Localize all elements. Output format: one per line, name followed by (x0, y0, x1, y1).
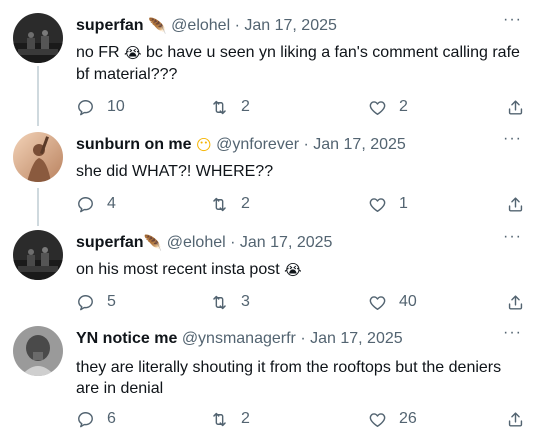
share-button[interactable] (506, 194, 525, 214)
reply-button[interactable]: 5 (76, 292, 116, 312)
tweet-header: superfan 🪶 @elohel · Jan 17, 2025 (76, 15, 337, 37)
share-icon (508, 411, 523, 427)
tweet-header: superfan🪶 @elohel · Jan 17, 2025 (76, 232, 332, 254)
reply-button[interactable]: 4 (76, 194, 116, 214)
handle[interactable]: @elohel (167, 234, 226, 251)
separator: · (230, 234, 236, 251)
retweet-button[interactable]: 3 (210, 292, 250, 312)
tweet-text: no FR 😭 bc have u seen yn liking a fan's… (76, 44, 520, 83)
retweet-icon (213, 412, 226, 426)
handle[interactable]: @ynforever (216, 136, 299, 153)
display-name[interactable]: sunburn on me (76, 136, 192, 153)
display-name[interactable]: YN notice me (76, 330, 177, 347)
like-icon (369, 197, 386, 212)
timestamp[interactable]: Jan 17, 2025 (310, 330, 403, 347)
crying-emoji: 😭 (124, 44, 142, 62)
like-button[interactable]: 1 (368, 194, 408, 214)
timestamp[interactable]: Jan 17, 2025 (244, 17, 337, 34)
like-count: 40 (399, 293, 417, 310)
avatar[interactable] (13, 132, 63, 182)
share-button[interactable] (506, 292, 525, 312)
share-icon (508, 99, 523, 115)
retweet-count: 2 (241, 410, 250, 427)
avatar[interactable] (13, 326, 63, 376)
separator: · (300, 330, 306, 347)
tweet[interactable]: superfan🪶 @elohel · Jan 17, 2025 ··· on … (0, 228, 540, 315)
reply-count: 5 (107, 293, 116, 310)
like-icon (369, 295, 386, 310)
like-button[interactable]: 40 (368, 292, 417, 312)
display-name[interactable]: superfan (76, 234, 144, 251)
tweet-header: YN notice me @ynsmanagerfr · Jan 17, 202… (76, 328, 403, 350)
reply-count: 4 (107, 195, 116, 212)
share-icon (508, 294, 523, 310)
reply-count: 6 (107, 410, 116, 427)
action-bar: 4 2 1 (76, 194, 531, 214)
like-icon (369, 100, 386, 115)
tweet[interactable]: sunburn on me 😶 @ynforever · Jan 17, 202… (0, 130, 540, 217)
action-bar: 5 3 40 (76, 292, 531, 312)
like-count: 1 (399, 195, 408, 212)
tweet-header: sunburn on me 😶 @ynforever · Jan 17, 202… (76, 134, 406, 156)
plume-icon: 🪶 (143, 234, 163, 252)
more-icon[interactable]: ··· (503, 228, 522, 246)
reply-icon (78, 294, 93, 310)
display-name[interactable]: superfan (76, 17, 144, 34)
tweet-text: they are literally shouting it from the … (76, 359, 502, 397)
retweet-button[interactable]: 2 (210, 409, 250, 429)
retweet-count: 3 (241, 293, 250, 310)
more-icon[interactable]: ··· (503, 11, 522, 29)
avatar[interactable] (13, 230, 63, 280)
share-button[interactable] (506, 409, 525, 429)
tweet-text: she did WHAT?! WHERE?? (76, 163, 274, 180)
like-button[interactable]: 2 (368, 97, 408, 117)
like-count: 2 (399, 98, 408, 115)
reply-icon (78, 411, 93, 427)
avatar[interactable] (13, 13, 63, 63)
crying-emoji: 😭 (284, 261, 302, 279)
retweet-count: 2 (241, 195, 250, 212)
like-button[interactable]: 26 (368, 409, 417, 429)
plume-icon: 🪶 (148, 17, 167, 35)
share-button[interactable] (506, 97, 525, 117)
retweet-button[interactable]: 2 (210, 97, 250, 117)
tweet[interactable]: YN notice me @ynsmanagerfr · Jan 17, 202… (0, 324, 540, 436)
face-emoji: 😶 (196, 136, 212, 154)
like-icon (369, 412, 386, 427)
more-icon[interactable]: ··· (503, 130, 522, 148)
retweet-icon (213, 295, 226, 309)
handle[interactable]: @ynsmanagerfr (182, 330, 296, 347)
reply-icon (78, 196, 93, 212)
separator: · (303, 136, 309, 153)
retweet-icon (213, 100, 226, 114)
timestamp[interactable]: Jan 17, 2025 (240, 234, 333, 251)
reply-button[interactable]: 6 (76, 409, 116, 429)
reply-count: 10 (107, 98, 125, 115)
more-icon[interactable]: ··· (503, 324, 522, 342)
reply-icon (78, 99, 93, 115)
retweet-icon (213, 197, 226, 211)
timestamp[interactable]: Jan 17, 2025 (313, 136, 406, 153)
tweet-text: on his most recent insta post 😭 (76, 261, 302, 279)
tweet[interactable]: superfan 🪶 @elohel · Jan 17, 2025 ··· no… (0, 11, 540, 118)
action-bar: 10 2 2 (76, 97, 531, 117)
handle[interactable]: @elohel (171, 17, 230, 34)
retweet-count: 2 (241, 98, 250, 115)
separator: · (234, 17, 240, 34)
like-count: 26 (399, 410, 417, 427)
retweet-button[interactable]: 2 (210, 194, 250, 214)
action-bar: 6 2 26 (76, 409, 531, 429)
share-icon (508, 196, 523, 212)
reply-button[interactable]: 10 (76, 97, 125, 117)
